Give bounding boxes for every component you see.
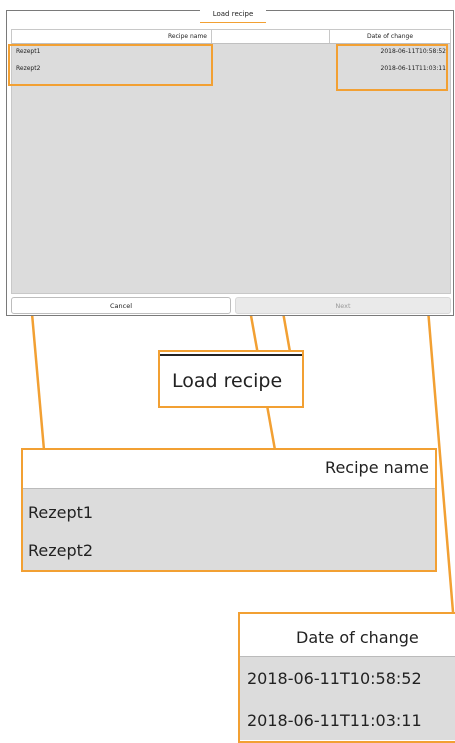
highlight-zoom-dates [238,612,455,743]
table-header: Recipe name Date of change [12,30,450,44]
highlight-date-column [336,44,448,91]
dialog-title: Load recipe [200,7,266,22]
column-header-date-of-change[interactable]: Date of change [329,30,450,43]
highlight-name-column [8,44,213,86]
next-button[interactable]: Next [235,297,451,314]
highlight-zoom-title [158,350,304,408]
column-header-recipe-name[interactable]: Recipe name [12,30,212,43]
cancel-button[interactable]: Cancel [11,297,231,314]
highlight-zoom-names [21,448,437,572]
